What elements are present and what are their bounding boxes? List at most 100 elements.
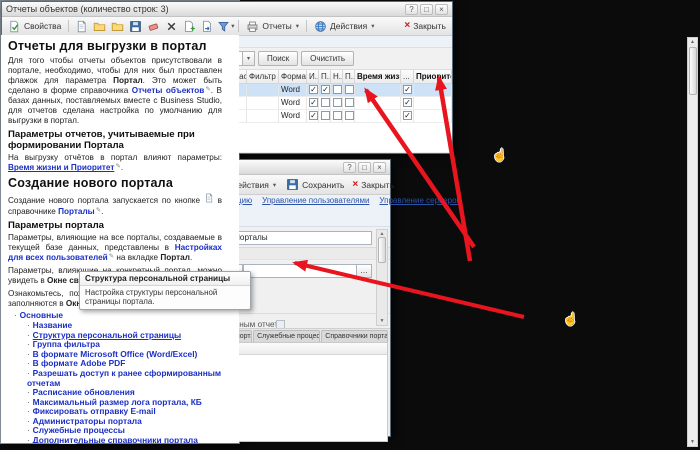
close-button[interactable]: × Закрыть bbox=[349, 179, 397, 191]
eraser-button[interactable] bbox=[145, 18, 162, 34]
help-list-item[interactable]: ·Дополнительные справочники портала bbox=[27, 436, 222, 443]
clear-button[interactable]: Очистить bbox=[301, 51, 354, 66]
delete-button[interactable] bbox=[163, 18, 180, 34]
column-header[interactable]: П... bbox=[343, 70, 355, 83]
scrollbar-thumb[interactable] bbox=[689, 47, 697, 95]
name-input[interactable] bbox=[230, 231, 372, 245]
bullet-icon: · bbox=[27, 436, 30, 443]
scrollbar-thumb[interactable] bbox=[378, 237, 386, 263]
bold-term: Портал bbox=[113, 76, 143, 85]
column-header[interactable]: П... bbox=[319, 70, 331, 83]
reports-menu-button[interactable]: Отчеты ▾ bbox=[243, 19, 302, 34]
close-window-button[interactable]: × bbox=[435, 4, 448, 15]
personal-page-input[interactable] bbox=[243, 264, 357, 278]
column-header[interactable]: Приоритет bbox=[414, 70, 452, 83]
help-link[interactable]: Порталы bbox=[58, 207, 95, 216]
doc-arrow-button[interactable] bbox=[199, 18, 216, 34]
ellipsis-button[interactable]: … bbox=[357, 264, 372, 278]
scroll-up-icon[interactable]: ▲ bbox=[690, 39, 695, 45]
column-header[interactable]: ... bbox=[401, 70, 414, 83]
export-folder-icon bbox=[111, 20, 124, 33]
export-folder-button[interactable] bbox=[109, 18, 126, 34]
help-link[interactable]: Фиксировать отправку E-mail bbox=[33, 406, 156, 416]
new-doc-button[interactable] bbox=[73, 18, 90, 34]
flag-checkbox[interactable]: ✓ bbox=[309, 98, 318, 107]
reports-toolbar: Свойства ▾ Отчеты ▾ Действия ▾ × Закрыть bbox=[2, 17, 452, 36]
maximize-button[interactable]: □ bbox=[420, 4, 433, 15]
new-doc-icon bbox=[204, 193, 214, 203]
globe-icon bbox=[314, 20, 327, 33]
save-button[interactable] bbox=[127, 18, 144, 34]
help-button[interactable]: ? bbox=[343, 162, 356, 173]
bullet-icon: · bbox=[27, 407, 30, 416]
bottom-tab[interactable]: Справочники портала bbox=[321, 330, 388, 342]
extra-checkbox[interactable]: ✓ bbox=[403, 85, 412, 94]
help-link[interactable]: В формате Microsoft Office (Word/Excel) bbox=[33, 349, 198, 359]
flag-checkbox[interactable]: ✓ bbox=[321, 85, 330, 94]
flag-cell bbox=[331, 109, 343, 122]
help-link[interactable]: В формате Adobe PDF bbox=[33, 358, 126, 368]
help-link[interactable]: Настройках для всех пользователей bbox=[8, 243, 222, 263]
maximize-button[interactable]: □ bbox=[358, 162, 371, 173]
help-link[interactable]: Отчеты объектов bbox=[132, 86, 205, 95]
toolbar-icon-group: ▾ bbox=[73, 18, 234, 34]
column-header[interactable]: Время жизни bbox=[355, 70, 401, 83]
reports-window-titlebar[interactable]: Отчеты объектов (количество строк: 3) ?□… bbox=[2, 2, 452, 17]
extra-checkbox[interactable]: ✓ bbox=[403, 98, 412, 107]
priority-cell bbox=[414, 83, 452, 96]
filter-button[interactable]: ▾ bbox=[217, 18, 234, 34]
flag-cell: ✓ bbox=[307, 83, 319, 96]
flag-checkbox[interactable] bbox=[333, 111, 342, 120]
flag-cell: ✓ bbox=[307, 96, 319, 109]
window-buttons: ?□× bbox=[405, 4, 448, 15]
flag-checkbox[interactable] bbox=[333, 85, 342, 94]
help-link[interactable]: Максимальный размер лога портала, КБ bbox=[33, 397, 202, 407]
new-doc-icon bbox=[75, 20, 88, 33]
actions-menu-button[interactable]: Действия ▾ bbox=[311, 19, 378, 34]
scroll-down-icon[interactable]: ▼ bbox=[380, 318, 385, 324]
allow-access-checkbox[interactable] bbox=[276, 320, 285, 328]
help-link[interactable]: Дополнительные справочники портала bbox=[33, 435, 198, 443]
bottom-tab[interactable]: Служебные процессы bbox=[253, 330, 320, 342]
tooltip-title: Структура персональной страницы bbox=[80, 272, 250, 286]
help-link[interactable]: Время жизни и Приоритет bbox=[8, 163, 114, 172]
help-link[interactable]: Основные bbox=[20, 310, 63, 320]
flag-checkbox[interactable]: ✓ bbox=[309, 111, 318, 120]
flag-checkbox[interactable] bbox=[321, 98, 330, 107]
help-link[interactable]: Название bbox=[33, 320, 73, 330]
help-link[interactable]: Разрешать доступ к ранее сформированным … bbox=[27, 368, 221, 388]
help-link[interactable]: Расписание обновления bbox=[33, 387, 135, 397]
search-dropdown-button[interactable]: ▾ bbox=[242, 51, 255, 66]
column-header[interactable]: И... bbox=[307, 70, 319, 83]
properties-button[interactable]: Свойства bbox=[5, 19, 64, 34]
open-folder-button[interactable] bbox=[91, 18, 108, 34]
form-scrollbar[interactable]: ▲ ▼ bbox=[376, 229, 388, 326]
flag-checkbox[interactable] bbox=[345, 98, 354, 107]
help-scrollbar[interactable]: ▲ ▼ bbox=[687, 37, 698, 447]
save-button[interactable]: Сохранить bbox=[283, 177, 347, 192]
flag-checkbox[interactable] bbox=[345, 85, 354, 94]
flag-checkbox[interactable]: ✓ bbox=[309, 85, 318, 94]
close-button[interactable]: × Закрыть bbox=[401, 20, 449, 32]
help-link[interactable]: Служебные процессы bbox=[33, 425, 125, 435]
scroll-down-icon[interactable]: ▼ bbox=[690, 439, 695, 445]
action-link[interactable]: Управление пользователями bbox=[262, 196, 369, 205]
column-header[interactable]: Н... bbox=[331, 70, 343, 83]
flag-checkbox[interactable] bbox=[333, 98, 342, 107]
close-window-button[interactable]: × bbox=[373, 162, 386, 173]
bullet-icon: · bbox=[27, 359, 30, 368]
column-header[interactable]: Формат ш... bbox=[279, 70, 307, 83]
help-link[interactable]: Администраторы портала bbox=[33, 416, 142, 426]
help-link[interactable]: Группа фильтра bbox=[33, 339, 100, 349]
flag-checkbox[interactable] bbox=[345, 111, 354, 120]
help-list-item[interactable]: ·Разрешать доступ к ранее сформированным… bbox=[27, 369, 222, 388]
search-button[interactable]: Поиск bbox=[258, 51, 298, 66]
flag-checkbox[interactable] bbox=[321, 111, 330, 120]
doc-plus-button[interactable] bbox=[181, 18, 198, 34]
help-button[interactable]: ? bbox=[405, 4, 418, 15]
help-list: · Основные · Название · Структура персонально… bbox=[14, 311, 222, 443]
column-header[interactable]: Фильтр о... bbox=[247, 70, 279, 83]
extra-checkbox[interactable]: ✓ bbox=[403, 111, 412, 120]
help-link[interactable]: Структура персональной страницы bbox=[33, 330, 181, 340]
action-link[interactable]: Управление сервером bbox=[379, 196, 462, 205]
